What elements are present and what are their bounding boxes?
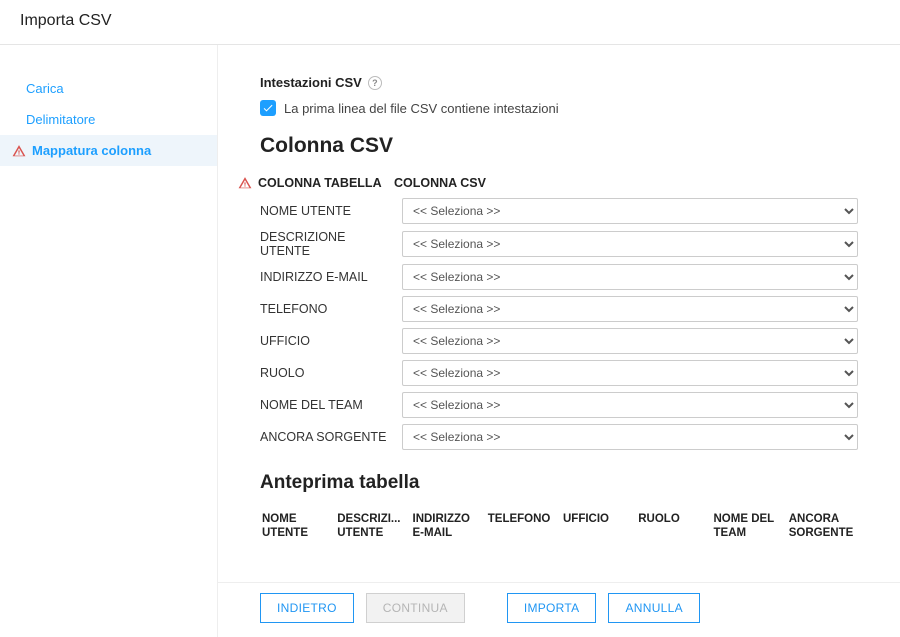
sidebar-item-mappatura[interactable]: Mappatura colonna	[0, 135, 217, 166]
preview-column-header: ANCORA SORGENTE	[789, 512, 856, 541]
preview-column-header: NOME DEL TEAM	[714, 512, 781, 541]
mapping-rows: NOME UTENTE<< Seleziona >>DESCRIZIONE UT…	[260, 198, 858, 450]
content-scroll[interactable]: Intestazioni CSV ? La prima linea del fi…	[218, 45, 900, 582]
mapping-row-label: NOME UTENTE	[260, 204, 402, 218]
mapping-row-select[interactable]: << Seleziona >>	[402, 328, 858, 354]
mapping-row-label: TELEFONO	[260, 302, 402, 316]
mapping-row-select[interactable]: << Seleziona >>	[402, 360, 858, 386]
warning-icon	[238, 176, 252, 190]
mapping-row-label: ANCORA SORGENTE	[260, 430, 402, 444]
spacer	[260, 547, 858, 582]
mapping-row: RUOLO<< Seleziona >>	[260, 360, 858, 386]
preview-column-header: RUOLO	[638, 512, 705, 541]
preview-column-header: UFFICIO	[563, 512, 630, 541]
mapping-row: TELEFONO<< Seleziona >>	[260, 296, 858, 322]
intestazioni-label: Intestazioni CSV ?	[260, 75, 382, 90]
preview-table-header: NOME UTENTE DESCRIZI... UTENTE INDIRIZZO E…	[260, 506, 858, 547]
mapping-row-label: RUOLO	[260, 366, 402, 380]
cancel-button[interactable]: ANNULLA	[608, 593, 699, 623]
preview-column-header: TELEFONO	[488, 512, 555, 541]
mapping-row-label: INDIRIZZO E-MAIL	[260, 270, 402, 284]
anteprima-title: Anteprima tabella	[260, 472, 858, 494]
first-line-header-checkbox-row: La prima linea del file CSV contiene int…	[260, 100, 858, 116]
sidebar-item-delimitatore[interactable]: Delimitatore	[0, 104, 217, 135]
mapping-row-select[interactable]: << Seleziona >>	[402, 392, 858, 418]
sidebar-item-carica[interactable]: Carica	[0, 73, 217, 104]
mapping-row: NOME UTENTE<< Seleziona >>	[260, 198, 858, 224]
import-button[interactable]: IMPORTA	[507, 593, 597, 623]
sidebar-item-label: Delimitatore	[26, 112, 95, 127]
mapping-row-select[interactable]: << Seleziona >>	[402, 198, 858, 224]
mapping-row: UFFICIO<< Seleziona >>	[260, 328, 858, 354]
mapping-row: DESCRIZIONE UTENTE<< Seleziona >>	[260, 230, 858, 258]
mapping-row-select[interactable]: << Seleziona >>	[402, 424, 858, 450]
help-icon[interactable]: ?	[368, 76, 382, 90]
mapping-row-label: NOME DEL TEAM	[260, 398, 402, 412]
mapping-row-label: DESCRIZIONE UTENTE	[260, 230, 402, 258]
back-button[interactable]: INDIETRO	[260, 593, 354, 623]
wizard-sidebar: Carica Delimitatore Mappatura colonna	[0, 45, 218, 637]
mapping-row-select[interactable]: << Seleziona >>	[402, 264, 858, 290]
warning-icon	[12, 144, 26, 158]
mapping-row: ANCORA SORGENTE<< Seleziona >>	[260, 424, 858, 450]
first-line-header-label: La prima linea del file CSV contiene int…	[284, 101, 559, 116]
mapping-row-select[interactable]: << Seleziona >>	[402, 296, 858, 322]
preview-column-header: NOME UTENTE	[262, 512, 329, 541]
mapping-table-header: COLONNA TABELLA COLONNA CSV	[260, 176, 858, 190]
page-header: Importa CSV	[0, 0, 900, 45]
page-title: Importa CSV	[20, 12, 112, 29]
preview-column-header: INDIRIZZO E-MAIL	[413, 512, 480, 541]
first-line-header-checkbox[interactable]	[260, 100, 276, 116]
mapping-row-label: UFFICIO	[260, 334, 402, 348]
mapping-row-select[interactable]: << Seleziona >>	[402, 231, 858, 257]
sidebar-item-label: Carica	[26, 81, 64, 96]
mapping-row: INDIRIZZO E-MAIL<< Seleziona >>	[260, 264, 858, 290]
mapping-row: NOME DEL TEAM<< Seleziona >>	[260, 392, 858, 418]
sidebar-item-label: Mappatura colonna	[32, 143, 151, 158]
colonna-csv-title: Colonna CSV	[260, 134, 858, 158]
col-csv-header: COLONNA CSV	[394, 176, 858, 190]
col-tabella-header: COLONNA TABELLA	[258, 176, 382, 190]
continue-button: CONTINUA	[366, 593, 465, 623]
wizard-footer: INDIETRO CONTINUA IMPORTA ANNULLA	[218, 582, 900, 637]
preview-column-header: DESCRIZI... UTENTE	[337, 512, 404, 541]
